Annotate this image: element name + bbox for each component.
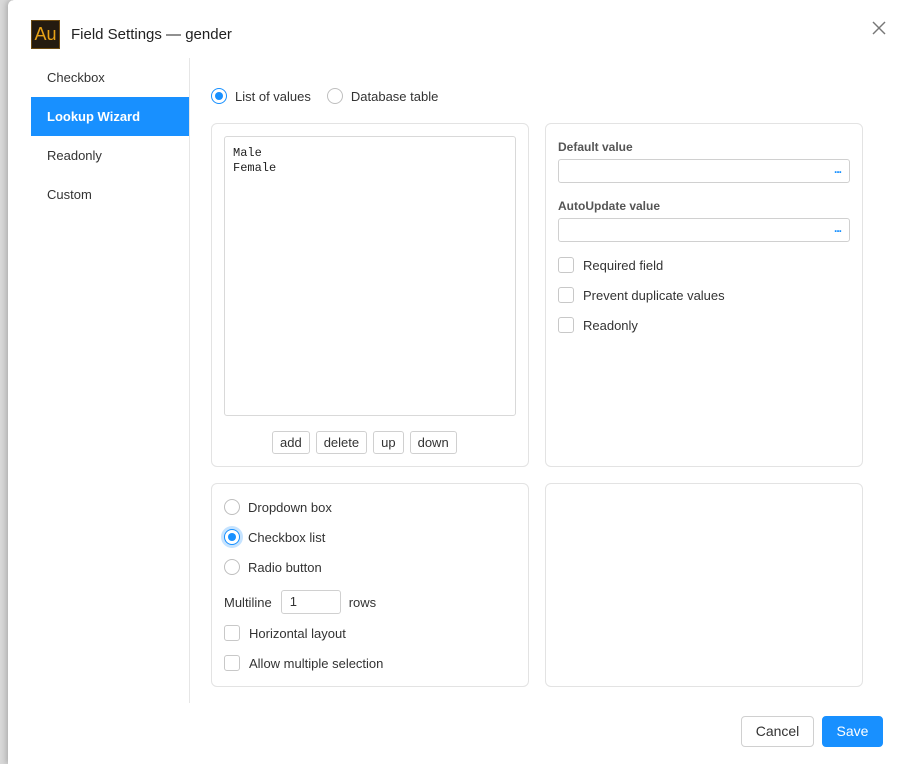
checkbox-list-radio[interactable]: Checkbox list [224, 529, 325, 545]
sidebar-item-lookup-wizard[interactable]: Lookup Wizard [31, 97, 189, 136]
multiline-label: Multiline [224, 594, 272, 610]
autoupdate-value-label: AutoUpdate value [558, 199, 661, 213]
values-textarea[interactable]: Male Female [224, 136, 516, 416]
picker-icon[interactable]: ... [834, 221, 842, 235]
checkbox-icon [558, 257, 574, 273]
checkbox-icon [224, 655, 240, 671]
radio-unchecked-icon [326, 88, 343, 104]
source-selector: List of values Database table [211, 82, 454, 110]
radio-checked-icon [211, 88, 227, 104]
delete-button[interactable]: delete [315, 431, 368, 454]
required-field-checkbox[interactable]: Required field [558, 257, 663, 273]
multiline-row: Multiline 1 rows [224, 590, 376, 614]
prevent-duplicates-checkbox[interactable]: Prevent duplicate values [558, 287, 725, 303]
checkbox-list-label: Checkbox list [248, 529, 326, 545]
checkbox-icon [558, 317, 574, 333]
preview-panel [545, 483, 863, 687]
defaults-panel: Default value ... AutoUpdate value ... R… [545, 123, 863, 467]
app-logo: Au [31, 20, 60, 49]
multiple-selection-label: Allow multiple selection [249, 655, 384, 671]
horizontal-layout-label: Horizontal layout [249, 625, 346, 641]
radio-button-label: Radio button [248, 559, 322, 575]
checkbox-icon [558, 287, 574, 303]
close-button[interactable] [869, 18, 889, 38]
values-button-row: add delete up down [272, 431, 463, 454]
default-value-input[interactable]: ... [558, 159, 850, 183]
radio-unchecked-icon [224, 559, 240, 575]
source-table-label: Database table [350, 88, 439, 104]
sidebar-item-readonly[interactable]: Readonly [31, 136, 189, 175]
sidebar-item-custom[interactable]: Custom [31, 175, 189, 214]
values-panel: Male Female add delete up down [211, 123, 529, 467]
readonly-label: Readonly [583, 317, 638, 333]
sidebar-item-checkbox[interactable]: Checkbox [31, 58, 189, 97]
horizontal-layout-checkbox[interactable]: Horizontal layout [224, 625, 346, 641]
picker-icon[interactable]: ... [834, 162, 842, 176]
source-list-label: List of values [235, 88, 311, 104]
prevent-duplicates-label: Prevent duplicate values [583, 287, 725, 303]
source-list-radio[interactable]: List of values [211, 88, 311, 104]
dialog-header: Au Field Settings — gender [8, 0, 905, 60]
close-icon [872, 21, 886, 35]
checkbox-icon [224, 625, 240, 641]
field-settings-dialog: Au Field Settings — gender Checkbox Look… [8, 0, 905, 764]
add-button[interactable]: add [272, 431, 310, 454]
default-value-label: Default value [558, 140, 633, 154]
radio-unchecked-icon [224, 499, 240, 515]
radio-checked-icon [224, 529, 240, 545]
multiline-rows-input[interactable]: 1 [280, 590, 341, 614]
dropdown-box-radio[interactable]: Dropdown box [224, 499, 332, 515]
dropdown-box-label: Dropdown box [248, 499, 332, 515]
required-field-label: Required field [583, 257, 664, 273]
source-table-radio[interactable]: Database table [326, 88, 439, 104]
rows-label: rows [348, 594, 377, 610]
multiple-selection-checkbox[interactable]: Allow multiple selection [224, 655, 383, 671]
settings-sidebar: Checkbox Lookup Wizard Readonly Custom [31, 58, 190, 703]
autoupdate-value-input[interactable]: ... [558, 218, 850, 242]
readonly-checkbox[interactable]: Readonly [558, 317, 638, 333]
dialog-title: Field Settings — gender [71, 26, 232, 43]
radio-button-radio[interactable]: Radio button [224, 559, 322, 575]
down-button[interactable]: down [409, 431, 457, 454]
save-button[interactable]: Save [822, 716, 883, 747]
up-button[interactable]: up [373, 431, 404, 454]
display-options-panel: Dropdown box Checkbox list Radio button … [211, 483, 529, 687]
cancel-button[interactable]: Cancel [741, 716, 814, 747]
